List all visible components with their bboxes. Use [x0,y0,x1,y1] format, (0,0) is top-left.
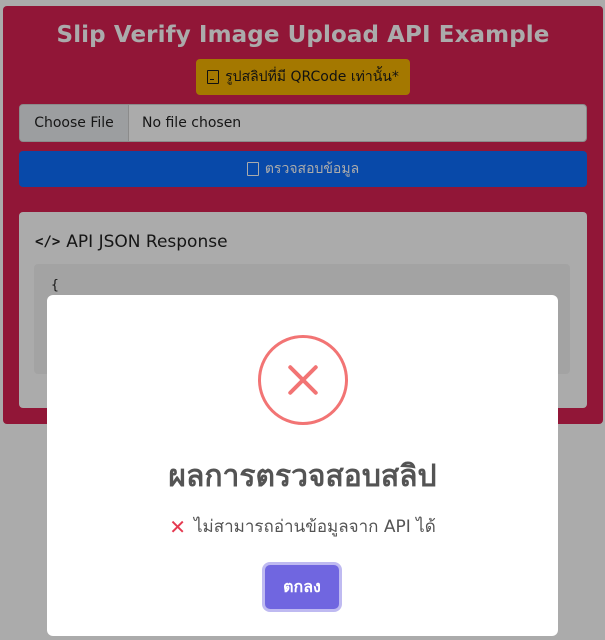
dialog-title: ผลการตรวจสอบสลิป [168,459,437,494]
error-x-icon [258,335,348,425]
result-dialog: ผลการตรวจสอบสลิป ✕ ไม่สามารถอ่านข้อมูลจา… [47,295,558,636]
dialog-message: ✕ ไม่สามารถอ่านข้อมูลจาก API ได้ [47,513,558,540]
cross-mark-icon: ✕ [169,514,186,539]
ok-button[interactable]: ตกลง [265,565,339,609]
dialog-message-text: ไม่สามารถอ่านข้อมูลจาก API ได้ [193,517,436,537]
